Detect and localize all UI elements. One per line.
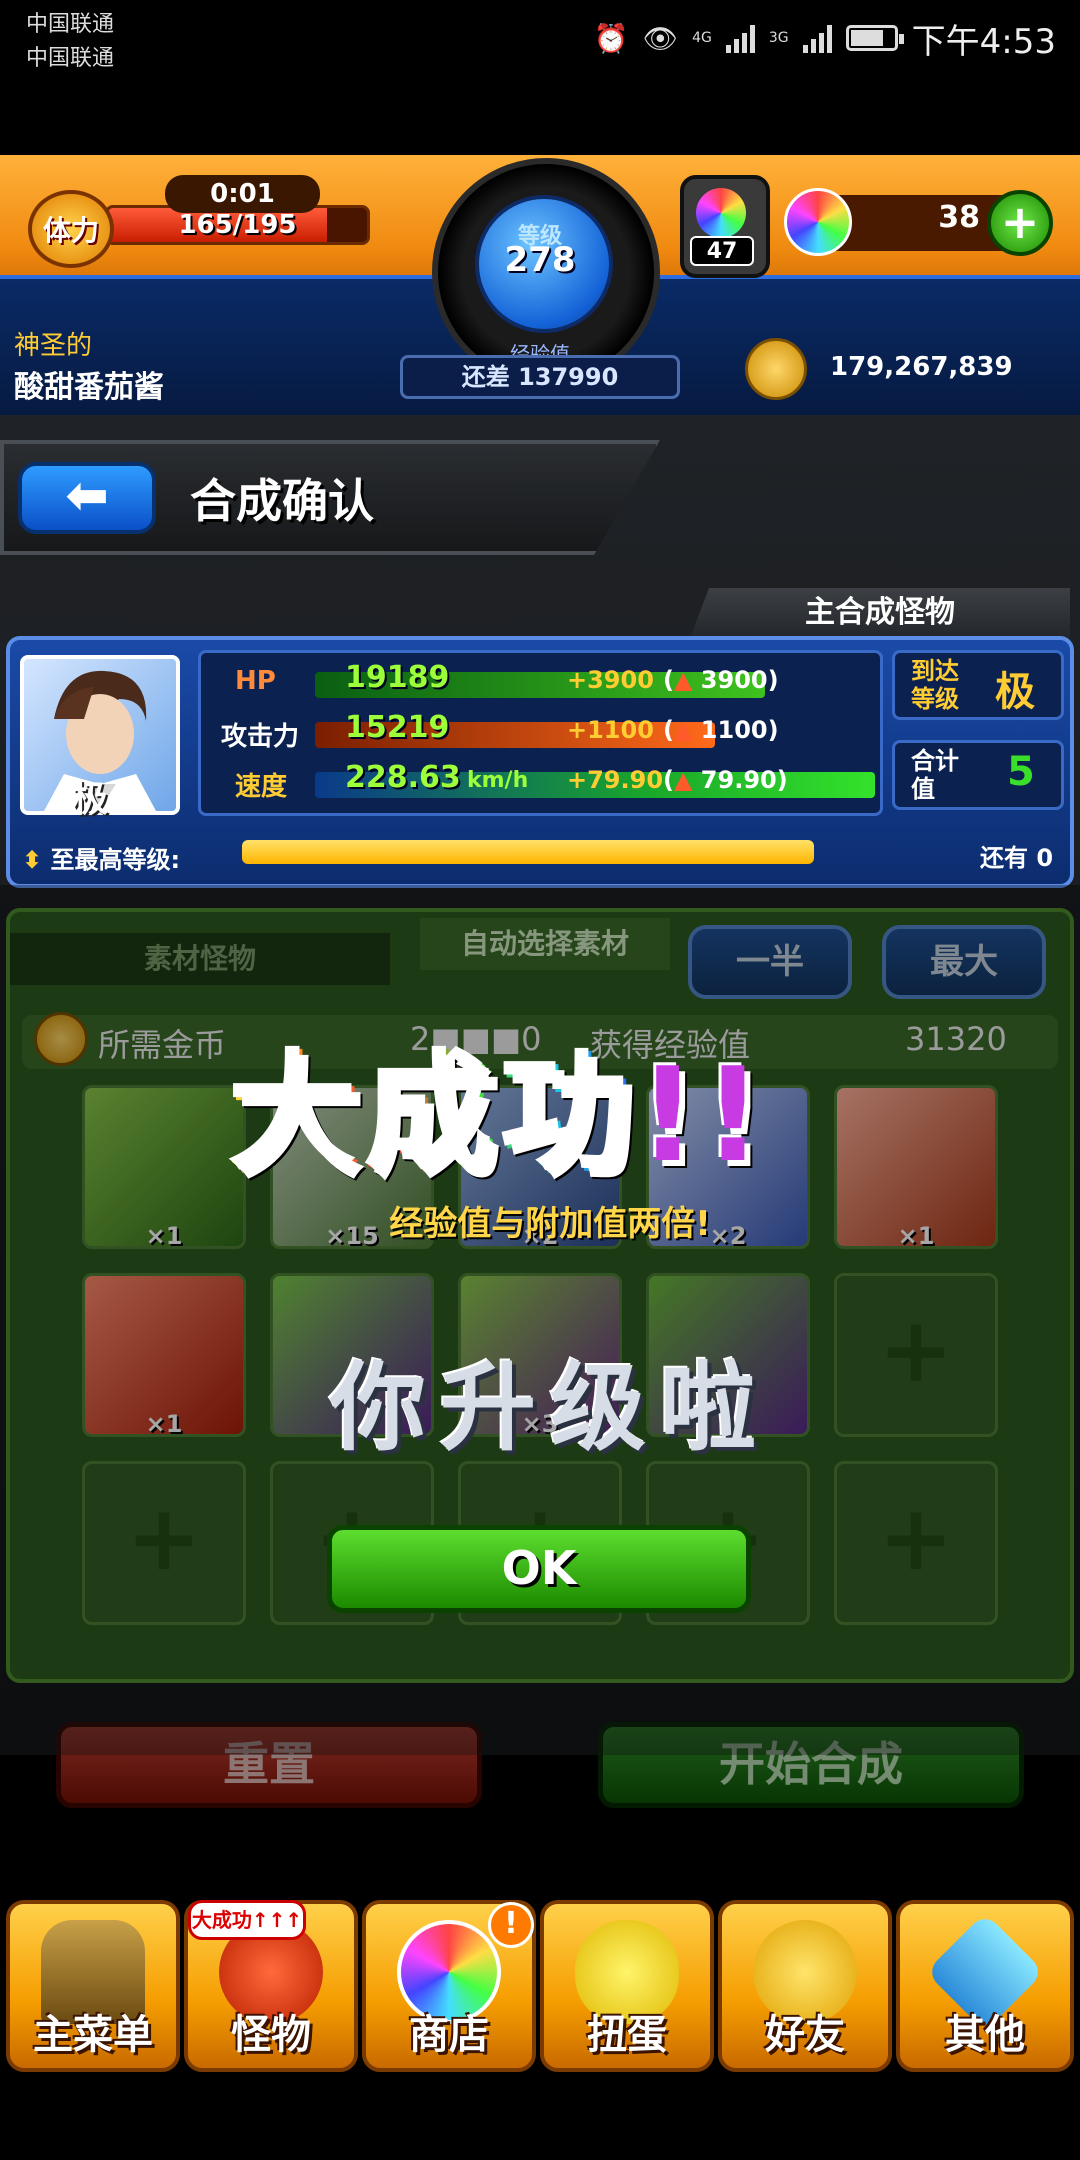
up-arrow-icon: ▲	[673, 666, 693, 694]
nav-label: 主菜单	[33, 2012, 153, 2058]
great-success-mark: !!	[638, 1039, 769, 1191]
up-arrow-icon: ▲	[673, 716, 693, 744]
nav-label: 扭蛋	[587, 2012, 667, 2058]
attack-value: 15219	[345, 710, 450, 745]
stamina-value: 165/195	[178, 210, 297, 240]
speed-bonus: +79.90	[567, 766, 664, 794]
attack-label: 攻击力	[221, 722, 300, 752]
shop-alert-badge: !	[488, 1902, 534, 1948]
clock: 下午4:53	[911, 21, 1056, 62]
reach-level-box: 到达等级 极	[892, 650, 1064, 720]
hp-value: 19189	[345, 660, 450, 695]
double-exp-subtitle: 经验值与附加值两倍!	[389, 1204, 711, 1244]
signal-icon-1	[725, 23, 755, 53]
gold-coin-icon	[745, 338, 807, 400]
speed-bonus-paren: 79.90	[700, 766, 777, 794]
nav-friends[interactable]: 好友	[718, 1900, 892, 2072]
reach-level-label: 到达等级	[911, 657, 959, 713]
attack-bonus-detail: (▲ 1100)	[663, 716, 779, 744]
speed-value: 228.63	[345, 760, 461, 795]
exp-remaining: 还差 137990	[400, 355, 680, 399]
hp-label: HP	[235, 666, 276, 696]
reach-level-value: 极	[995, 669, 1035, 715]
max-level-progress-fill	[242, 840, 814, 864]
status-icons: ⏰ 👁 4G 3G 下午4:53	[594, 14, 1056, 62]
monster-grade: 极	[72, 779, 109, 820]
hp-bonus-detail: (▲ 3900)	[663, 666, 779, 694]
main-monster-tab: 主合成怪物	[690, 588, 1070, 638]
max-level-label: ⬍ 至最高等级:	[22, 840, 180, 875]
stamina-badge[interactable]: 体力	[28, 190, 114, 268]
network-type-2: 3G	[768, 30, 789, 46]
stat-row-attack: 攻击力 15219 +1100 (▲ 1100)	[205, 710, 875, 756]
orb-count: 38	[938, 200, 980, 235]
level-up-text: 你升级啦	[330, 1352, 770, 1464]
level-value: 278	[504, 240, 576, 280]
carrier-label-2: 中国联通	[26, 46, 115, 71]
speed-unit: km/h	[467, 768, 529, 793]
gacha-count: 47	[690, 236, 754, 266]
monster-speech-bubble: 大成功↑↑↑	[188, 1900, 306, 1940]
back-button[interactable]: ⬅	[18, 462, 156, 534]
nav-label: 其他	[945, 2012, 1025, 2058]
ok-button[interactable]: OK	[327, 1525, 751, 1613]
up-arrow-icon: ▲	[673, 766, 693, 794]
rainbow-orb-icon	[784, 188, 852, 256]
hp-bonus: +3900	[567, 666, 654, 694]
stamina-timer: 0:01	[165, 175, 320, 213]
eye-icon: 👁	[642, 21, 679, 55]
signal-icon-2	[802, 23, 832, 53]
up-down-arrow-icon: ⬍	[22, 846, 43, 874]
stat-row-speed: 速度 228.63 km/h +79.90 (▲ 79.90)	[205, 760, 875, 806]
hp-bonus-paren: 3900	[700, 666, 768, 694]
nav-gacha[interactable]: 扭蛋	[540, 1900, 714, 2072]
luck-total-label: 合计值	[911, 747, 959, 803]
nav-other[interactable]: 其他	[896, 1900, 1074, 2072]
speed-bonus-detail: (▲ 79.90)	[663, 766, 788, 794]
page-title: 合成确认	[190, 474, 374, 528]
attack-bonus: +1100	[567, 716, 654, 744]
gold-amount: 179,267,839	[830, 352, 1013, 382]
attack-bonus-paren: 1100	[700, 716, 768, 744]
great-success-banner: 大成功!!	[230, 1010, 769, 1198]
alarm-icon: ⏰	[593, 21, 629, 55]
max-level-text: 至最高等级:	[50, 846, 181, 874]
max-level-remaining: 还有 0	[980, 844, 1054, 872]
nav-label: 怪物	[231, 2012, 311, 2058]
nav-label: 商店	[409, 2012, 489, 2058]
carrier-label-1: 中国联通	[26, 12, 115, 37]
add-orb-button[interactable]: +	[987, 190, 1053, 256]
luck-total-value: 5	[1007, 749, 1035, 795]
luck-total-box: 合计值 5	[892, 740, 1064, 810]
nav-label: 好友	[765, 2012, 845, 2058]
great-success-text: 大成功	[230, 1039, 639, 1191]
stat-row-hp: HP 19189 +3900 (▲ 3900)	[205, 660, 875, 706]
speed-label: 速度	[235, 772, 288, 802]
nav-main-menu[interactable]: 主菜单	[6, 1900, 180, 2072]
battery-icon	[845, 25, 904, 51]
network-type-1: 4G	[692, 30, 712, 46]
player-title: 神圣的	[14, 331, 93, 361]
max-level-progress	[242, 840, 814, 864]
player-name: 酸甜番茄酱	[14, 370, 164, 405]
gacha-orb-icon	[696, 188, 746, 238]
